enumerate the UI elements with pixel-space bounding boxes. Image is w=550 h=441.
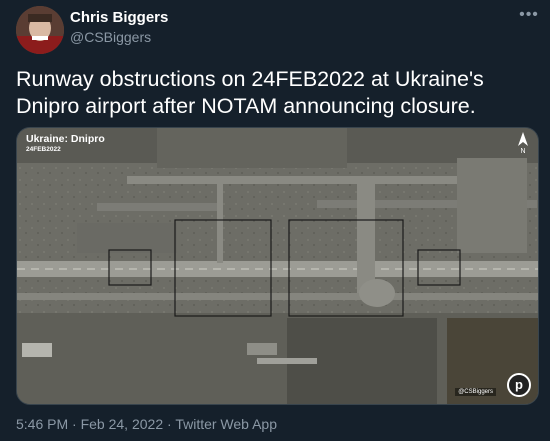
avatar-image	[16, 6, 64, 54]
author-name[interactable]: Chris Biggers	[70, 9, 168, 26]
image-date: 24FEB2022	[26, 146, 61, 153]
meta-separator: ·	[72, 416, 77, 432]
satellite-image[interactable]: Ukraine: Dnipro 24FEB2022 N @CSBiggers p	[16, 127, 539, 405]
tweet-time[interactable]: 5:46 PM	[16, 416, 68, 432]
tweet-source[interactable]: Twitter Web App	[175, 416, 277, 432]
tweet-date[interactable]: Feb 24, 2022	[81, 416, 164, 432]
image-credit: @CSBiggers	[455, 388, 496, 396]
more-icon[interactable]: •••	[516, 6, 542, 26]
satellite-image-graphic	[17, 128, 538, 404]
planet-logo-icon: p	[507, 373, 531, 397]
tweet-text-line: Runway obstructions on 24FEB2022 at Ukra…	[16, 67, 484, 91]
author-handle[interactable]: @CSBiggers	[70, 29, 151, 45]
north-arrow-icon: N	[516, 132, 530, 158]
tweet-meta: 5:46 PM · Feb 24, 2022 · Twitter Web App	[16, 416, 277, 432]
north-label: N	[520, 148, 526, 155]
avatar[interactable]	[16, 6, 64, 54]
meta-separator: ·	[167, 416, 172, 432]
tweet-text-line: Dnipro airport after NOTAM announcing cl…	[16, 94, 476, 118]
tweet-text: Runway obstructions on 24FEB2022 at Ukra…	[16, 66, 536, 120]
image-title: Ukraine: Dnipro	[26, 133, 105, 145]
north-arrow-glyph	[518, 132, 528, 146]
